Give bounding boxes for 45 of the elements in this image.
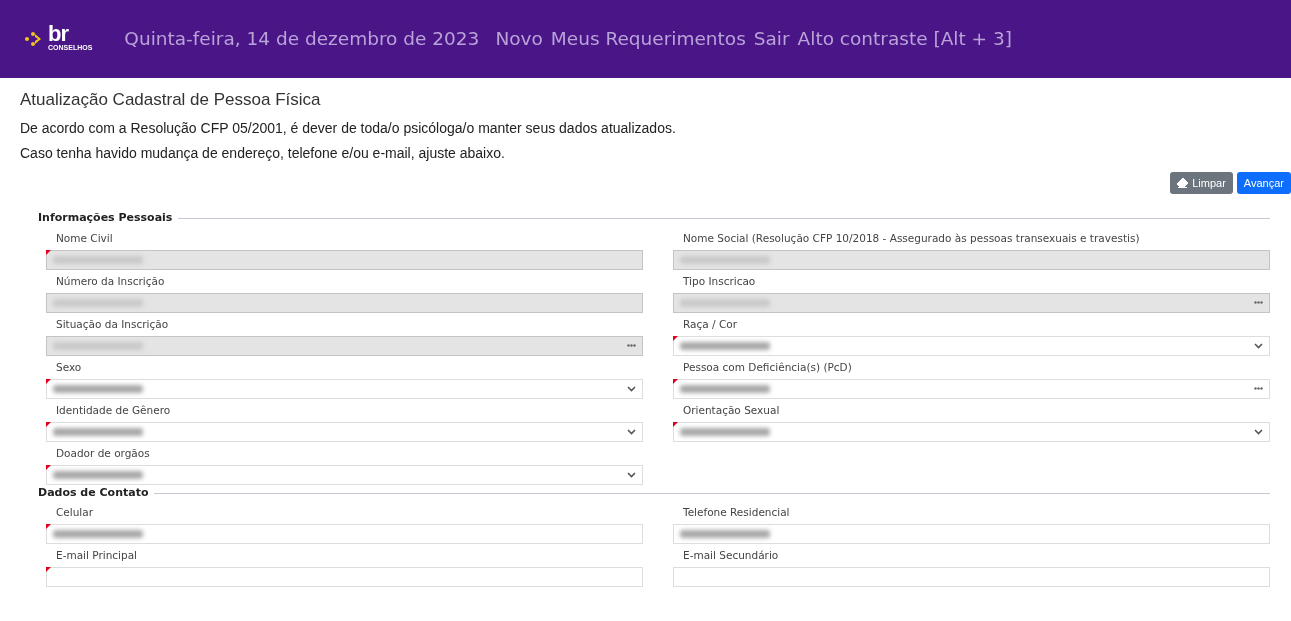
- select-field[interactable]: [673, 421, 1270, 442]
- field-label: Celular: [55, 505, 95, 521]
- field-label: Orientação Sexual: [682, 402, 781, 418]
- ellipsis-icon[interactable]: [1254, 387, 1263, 391]
- section-title: Informações Pessoais: [38, 210, 173, 227]
- input-field[interactable]: [46, 524, 643, 545]
- lookup-field[interactable]: [673, 378, 1270, 399]
- intro-text: Caso tenha havido mudança de endereço, telefone e/ou e-mail, ajuste abaixo.: [20, 144, 506, 164]
- select-field[interactable]: [46, 378, 643, 399]
- chevron-down-icon: [627, 385, 636, 392]
- field-label: Número da Inscrição: [55, 273, 166, 289]
- clear-button[interactable]: Limpar: [1170, 172, 1233, 195]
- field-label: Sexo: [55, 359, 83, 375]
- field-label: Situação da Inscrição: [55, 316, 170, 332]
- nav-link[interactable]: Alto contraste [Alt + 3]: [797, 25, 1012, 53]
- field-label: Nome Social (Resolução CFP 10/2018 - Assegurado às pessoas transexuais e travestis): [682, 230, 1141, 246]
- field-label: Doador de orgãos: [55, 445, 151, 461]
- eraser-icon: [1177, 178, 1189, 189]
- field-label: Identidade de Gênero: [55, 402, 172, 418]
- field-label: Pessoa com Deficiência(s) (PcD): [682, 359, 853, 375]
- select-field[interactable]: [673, 335, 1270, 356]
- date-text: Quinta-feira, 14 de dezembro de 2023: [124, 27, 480, 52]
- field-label: E-mail Secundário: [682, 548, 780, 564]
- input-field[interactable]: [673, 524, 1270, 545]
- field-label: Telefone Residencial: [682, 505, 791, 521]
- chevron-down-icon: [1254, 342, 1263, 349]
- nav-link[interactable]: Meus Requerimentos: [550, 25, 746, 53]
- field-label: Tipo Inscricao: [682, 273, 757, 289]
- select-field[interactable]: [46, 421, 643, 442]
- intro-text: De acordo com a Resolução CFP 05/2001, é dever de toda/o psicóloga/o manter seus dados atualizados.: [20, 119, 677, 139]
- page-title: Atualização Cadastral de Pessoa Física: [20, 90, 322, 111]
- section-title: Dados de Contato: [38, 484, 149, 501]
- field-label: E-mail Principal: [55, 548, 138, 564]
- logo-text: br: [48, 24, 69, 43]
- field-label: Nome Civil: [55, 230, 114, 246]
- chevron-down-icon: [1254, 428, 1263, 435]
- nav-link[interactable]: Novo: [495, 25, 543, 53]
- nav-link[interactable]: Sair: [753, 25, 790, 53]
- field-label: Raça / Cor: [682, 316, 738, 332]
- select-field[interactable]: [46, 464, 643, 485]
- chevron-down-icon: [627, 428, 636, 435]
- next-button[interactable]: Avançar: [1236, 172, 1291, 195]
- input-field[interactable]: [46, 567, 643, 588]
- chevron-down-icon: [627, 471, 636, 478]
- input-field[interactable]: [673, 567, 1270, 588]
